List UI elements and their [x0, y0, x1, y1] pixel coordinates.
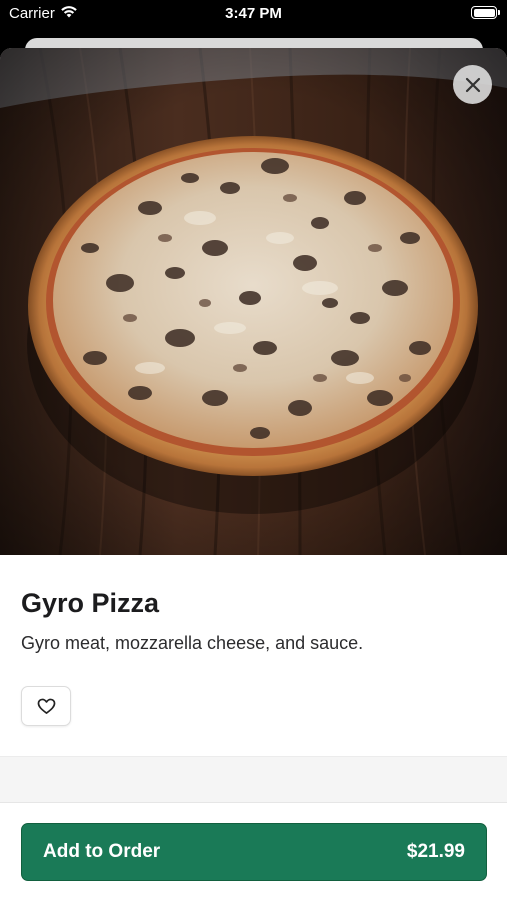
status-bar: Carrier 3:47 PM: [0, 0, 507, 34]
favorite-button[interactable]: [21, 686, 71, 726]
price-label: $21.99: [406, 841, 465, 862]
close-icon: [465, 77, 480, 92]
section-divider: [0, 756, 507, 802]
product-title: Gyro Pizza: [21, 588, 160, 618]
add-to-order-label: Add to Order: [43, 841, 161, 862]
bottom-action-bar: Add to Order $21.99: [0, 802, 507, 900]
battery-icon: [471, 6, 500, 19]
close-button[interactable]: [453, 65, 492, 104]
heart-icon: [37, 698, 55, 714]
product-sheet: Gyro Pizza Gyro meat, mozzarella cheese,…: [0, 48, 507, 900]
add-to-order-button[interactable]: Add to Order $21.99: [21, 823, 487, 881]
status-time: 3:47 PM: [225, 5, 282, 22]
product-description: Gyro meat, mozzarella cheese, and sauce.: [21, 633, 364, 653]
pizza-photo: [0, 48, 507, 555]
